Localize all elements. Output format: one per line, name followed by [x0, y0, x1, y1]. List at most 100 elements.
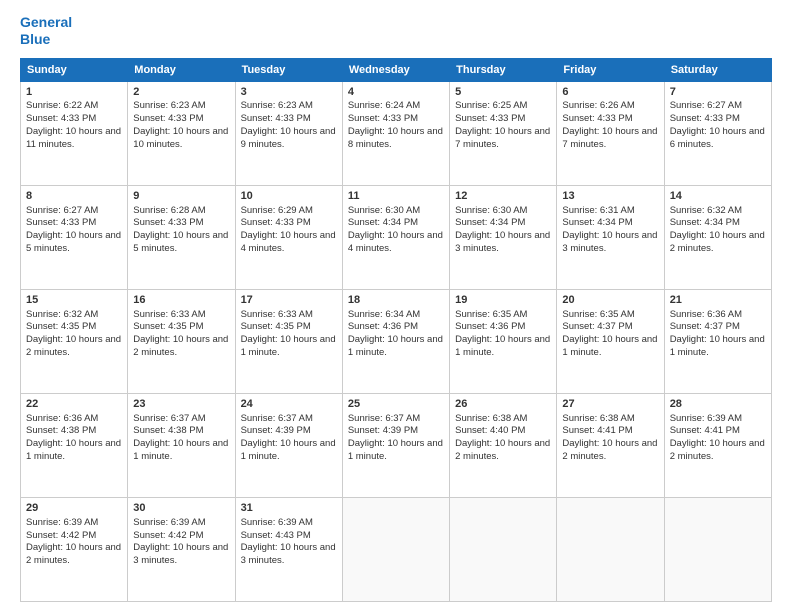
calendar-day-cell: 2 Sunrise: 6:23 AM Sunset: 4:33 PM Dayli…: [128, 81, 235, 185]
daylight-label: Daylight: 10 hours and 3 minutes.: [241, 542, 336, 566]
calendar-day-cell: 22 Sunrise: 6:36 AM Sunset: 4:38 PM Dayl…: [21, 393, 128, 497]
sunrise-label: Sunrise: 6:30 AM: [348, 205, 420, 216]
calendar-day-cell: 6 Sunrise: 6:26 AM Sunset: 4:33 PM Dayli…: [557, 81, 664, 185]
calendar-day-cell: [450, 497, 557, 601]
daylight-label: Daylight: 10 hours and 4 minutes.: [241, 230, 336, 254]
calendar-day-cell: 7 Sunrise: 6:27 AM Sunset: 4:33 PM Dayli…: [664, 81, 771, 185]
sunset-label: Sunset: 4:34 PM: [670, 217, 740, 228]
daylight-label: Daylight: 10 hours and 1 minute.: [241, 334, 336, 358]
sunset-label: Sunset: 4:42 PM: [133, 530, 203, 541]
calendar-day-cell: 9 Sunrise: 6:28 AM Sunset: 4:33 PM Dayli…: [128, 185, 235, 289]
sunrise-label: Sunrise: 6:35 AM: [455, 309, 527, 320]
sunrise-label: Sunrise: 6:39 AM: [670, 413, 742, 424]
sunset-label: Sunset: 4:33 PM: [26, 217, 96, 228]
sunset-label: Sunset: 4:33 PM: [241, 217, 311, 228]
sunset-label: Sunset: 4:43 PM: [241, 530, 311, 541]
sunset-label: Sunset: 4:33 PM: [133, 217, 203, 228]
daylight-label: Daylight: 10 hours and 8 minutes.: [348, 126, 443, 150]
calendar-day-cell: 18 Sunrise: 6:34 AM Sunset: 4:36 PM Dayl…: [342, 289, 449, 393]
day-number: 6: [562, 85, 658, 100]
header: General Blue General Blue: [20, 18, 772, 48]
sunrise-label: Sunrise: 6:23 AM: [241, 100, 313, 111]
sunset-label: Sunset: 4:33 PM: [348, 113, 418, 124]
sunset-label: Sunset: 4:33 PM: [133, 113, 203, 124]
daylight-label: Daylight: 10 hours and 1 minute.: [348, 334, 443, 358]
daylight-label: Daylight: 10 hours and 1 minute.: [670, 334, 765, 358]
calendar-day-cell: 21 Sunrise: 6:36 AM Sunset: 4:37 PM Dayl…: [664, 289, 771, 393]
sunrise-label: Sunrise: 6:22 AM: [26, 100, 98, 111]
calendar-week-row: 22 Sunrise: 6:36 AM Sunset: 4:38 PM Dayl…: [21, 393, 772, 497]
logo: General Blue General Blue: [20, 18, 72, 48]
sunrise-label: Sunrise: 6:31 AM: [562, 205, 634, 216]
day-number: 30: [133, 501, 229, 516]
logo-text-general: General: [20, 14, 72, 31]
sunset-label: Sunset: 4:33 PM: [670, 113, 740, 124]
sunrise-label: Sunrise: 6:29 AM: [241, 205, 313, 216]
sunset-label: Sunset: 4:39 PM: [241, 425, 311, 436]
calendar-day-cell: [557, 497, 664, 601]
daylight-label: Daylight: 10 hours and 1 minute.: [26, 438, 121, 462]
sunset-label: Sunset: 4:35 PM: [241, 321, 311, 332]
day-number: 28: [670, 397, 766, 412]
calendar-day-cell: 15 Sunrise: 6:32 AM Sunset: 4:35 PM Dayl…: [21, 289, 128, 393]
daylight-label: Daylight: 10 hours and 6 minutes.: [670, 126, 765, 150]
day-number: 5: [455, 85, 551, 100]
calendar-week-row: 29 Sunrise: 6:39 AM Sunset: 4:42 PM Dayl…: [21, 497, 772, 601]
daylight-label: Daylight: 10 hours and 2 minutes.: [26, 542, 121, 566]
calendar-table: SundayMondayTuesdayWednesdayThursdayFrid…: [20, 58, 772, 602]
weekday-header-friday: Friday: [557, 58, 664, 81]
calendar-day-cell: 31 Sunrise: 6:39 AM Sunset: 4:43 PM Dayl…: [235, 497, 342, 601]
daylight-label: Daylight: 10 hours and 7 minutes.: [455, 126, 550, 150]
sunrise-label: Sunrise: 6:39 AM: [241, 517, 313, 528]
day-number: 4: [348, 85, 444, 100]
daylight-label: Daylight: 10 hours and 2 minutes.: [455, 438, 550, 462]
calendar-day-cell: 12 Sunrise: 6:30 AM Sunset: 4:34 PM Dayl…: [450, 185, 557, 289]
sunset-label: Sunset: 4:33 PM: [241, 113, 311, 124]
day-number: 12: [455, 189, 551, 204]
calendar-day-cell: 17 Sunrise: 6:33 AM Sunset: 4:35 PM Dayl…: [235, 289, 342, 393]
daylight-label: Daylight: 10 hours and 2 minutes.: [133, 334, 228, 358]
sunrise-label: Sunrise: 6:38 AM: [455, 413, 527, 424]
day-number: 8: [26, 189, 122, 204]
day-number: 15: [26, 293, 122, 308]
weekday-header-saturday: Saturday: [664, 58, 771, 81]
sunrise-label: Sunrise: 6:32 AM: [26, 309, 98, 320]
weekday-header-tuesday: Tuesday: [235, 58, 342, 81]
calendar-day-cell: 10 Sunrise: 6:29 AM Sunset: 4:33 PM Dayl…: [235, 185, 342, 289]
sunrise-label: Sunrise: 6:39 AM: [133, 517, 205, 528]
day-number: 19: [455, 293, 551, 308]
sunset-label: Sunset: 4:42 PM: [26, 530, 96, 541]
sunrise-label: Sunrise: 6:37 AM: [133, 413, 205, 424]
sunrise-label: Sunrise: 6:32 AM: [670, 205, 742, 216]
daylight-label: Daylight: 10 hours and 1 minute.: [348, 438, 443, 462]
calendar-day-cell: 4 Sunrise: 6:24 AM Sunset: 4:33 PM Dayli…: [342, 81, 449, 185]
calendar-day-cell: 14 Sunrise: 6:32 AM Sunset: 4:34 PM Dayl…: [664, 185, 771, 289]
sunset-label: Sunset: 4:38 PM: [133, 425, 203, 436]
calendar-day-cell: 3 Sunrise: 6:23 AM Sunset: 4:33 PM Dayli…: [235, 81, 342, 185]
sunset-label: Sunset: 4:36 PM: [348, 321, 418, 332]
daylight-label: Daylight: 10 hours and 3 minutes.: [133, 542, 228, 566]
sunset-label: Sunset: 4:37 PM: [670, 321, 740, 332]
sunrise-label: Sunrise: 6:27 AM: [670, 100, 742, 111]
daylight-label: Daylight: 10 hours and 1 minute.: [133, 438, 228, 462]
sunset-label: Sunset: 4:34 PM: [455, 217, 525, 228]
sunset-label: Sunset: 4:40 PM: [455, 425, 525, 436]
calendar-day-cell: 24 Sunrise: 6:37 AM Sunset: 4:39 PM Dayl…: [235, 393, 342, 497]
daylight-label: Daylight: 10 hours and 2 minutes.: [26, 334, 121, 358]
day-number: 11: [348, 189, 444, 204]
sunset-label: Sunset: 4:37 PM: [562, 321, 632, 332]
calendar-day-cell: 28 Sunrise: 6:39 AM Sunset: 4:41 PM Dayl…: [664, 393, 771, 497]
day-number: 9: [133, 189, 229, 204]
daylight-label: Daylight: 10 hours and 5 minutes.: [133, 230, 228, 254]
day-number: 23: [133, 397, 229, 412]
daylight-label: Daylight: 10 hours and 9 minutes.: [241, 126, 336, 150]
day-number: 18: [348, 293, 444, 308]
calendar-week-row: 15 Sunrise: 6:32 AM Sunset: 4:35 PM Dayl…: [21, 289, 772, 393]
daylight-label: Daylight: 10 hours and 2 minutes.: [562, 438, 657, 462]
calendar-day-cell: 20 Sunrise: 6:35 AM Sunset: 4:37 PM Dayl…: [557, 289, 664, 393]
calendar-day-cell: 26 Sunrise: 6:38 AM Sunset: 4:40 PM Dayl…: [450, 393, 557, 497]
sunrise-label: Sunrise: 6:30 AM: [455, 205, 527, 216]
calendar-day-cell: 29 Sunrise: 6:39 AM Sunset: 4:42 PM Dayl…: [21, 497, 128, 601]
sunrise-label: Sunrise: 6:33 AM: [241, 309, 313, 320]
calendar-week-row: 8 Sunrise: 6:27 AM Sunset: 4:33 PM Dayli…: [21, 185, 772, 289]
